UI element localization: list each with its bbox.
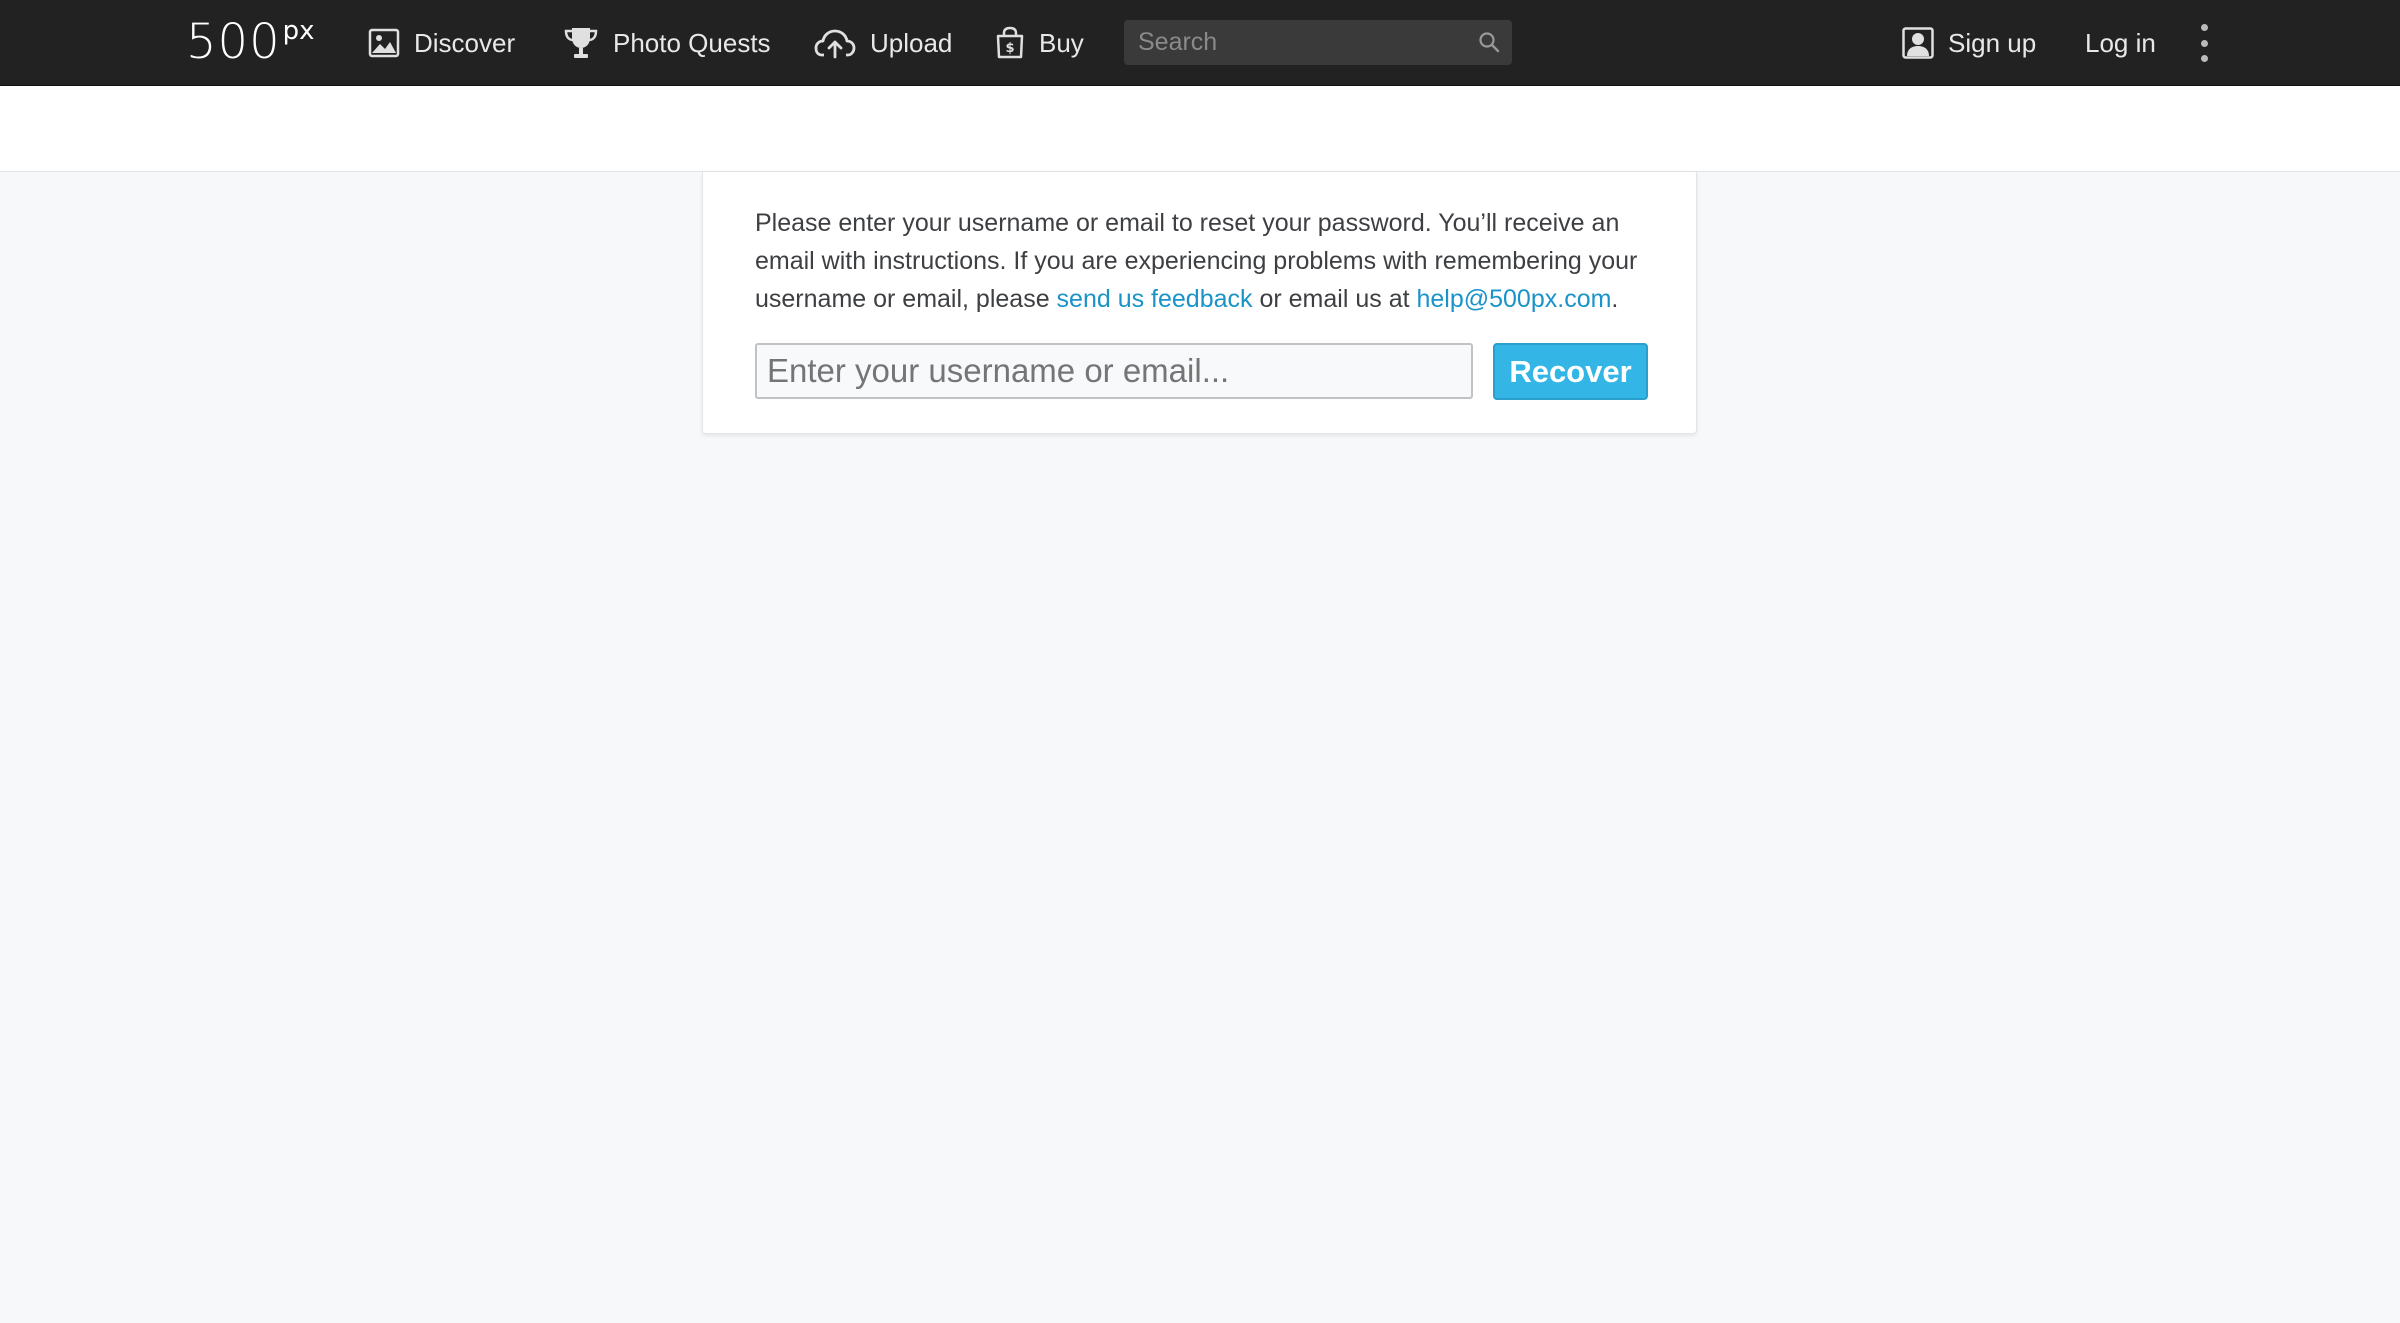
sign-up-label: Sign up	[1948, 27, 2037, 58]
sign-up-link[interactable]: Sign up	[1902, 0, 2036, 86]
username-or-email-input[interactable]	[755, 343, 1473, 399]
500px-logo[interactable]: 500 px	[186, 14, 315, 70]
search-bar	[1124, 20, 1512, 65]
nav-discover[interactable]: Discover	[368, 0, 515, 86]
shopping-bag-icon: $	[995, 26, 1025, 60]
dot	[2200, 39, 2208, 47]
recovery-instructions: Please enter your username or email to r…	[755, 204, 1655, 318]
subheader-band	[0, 86, 2400, 172]
help-email-link[interactable]: help@500px.com	[1416, 285, 1611, 313]
cloud-upload-icon	[814, 27, 856, 59]
send-feedback-link[interactable]: send us feedback	[1057, 285, 1253, 313]
instructions-text-middle: or email us at	[1252, 285, 1417, 313]
nav-photo-quests[interactable]: Photo Quests	[563, 0, 771, 86]
nav-upload-label: Upload	[870, 27, 953, 58]
image-icon	[368, 27, 400, 59]
vertical-ellipsis-icon[interactable]	[2194, 24, 2214, 62]
instructions-text-end: .	[1611, 285, 1619, 313]
nav-buy-label: Buy	[1039, 27, 1084, 58]
search-input[interactable]	[1138, 28, 1468, 57]
password-recovery-card: Please enter your username or email to r…	[702, 172, 1697, 434]
search-icon[interactable]	[1478, 31, 1500, 58]
recover-button[interactable]: Recover	[1493, 343, 1648, 400]
svg-text:$: $	[1005, 41, 1014, 56]
nav-upload[interactable]: Upload	[814, 0, 952, 86]
top-navbar: 500 px Discover Photo Quests Upload $ Bu…	[0, 0, 2400, 86]
trophy-icon	[563, 26, 599, 60]
nav-photo-quests-label: Photo Quests	[613, 27, 771, 58]
logo-superscript: px	[282, 16, 315, 46]
nav-buy[interactable]: $ Buy	[995, 0, 1084, 86]
dot	[2200, 55, 2208, 62]
logo-text: 500	[186, 14, 281, 70]
log-in-label: Log in	[2085, 27, 2156, 58]
user-icon	[1902, 27, 1934, 59]
log-in-link[interactable]: Log in	[2085, 0, 2156, 86]
nav-discover-label: Discover	[414, 27, 516, 58]
dot	[2200, 24, 2208, 31]
